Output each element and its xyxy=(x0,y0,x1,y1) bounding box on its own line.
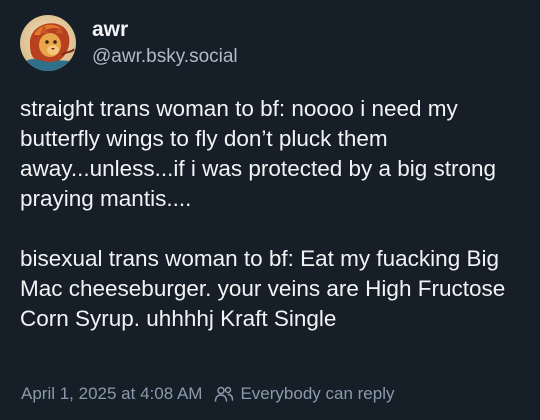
post-timestamp[interactable]: April 1, 2025 at 4:08 AM xyxy=(21,383,202,405)
post-paragraph: straight trans woman to bf: noooo i need… xyxy=(20,96,497,211)
reply-setting[interactable]: Everybody can reply xyxy=(240,383,394,405)
post-meta: April 1, 2025 at 4:08 AM Everybody can r… xyxy=(21,383,394,405)
post-text: straight trans woman to bf: noooo i need… xyxy=(20,94,525,334)
post-card: awr @awr.bsky.social straight trans woma… xyxy=(0,0,540,420)
avatar-image xyxy=(20,15,76,71)
avatar[interactable] xyxy=(20,15,76,71)
author-handle[interactable]: @awr.bsky.social xyxy=(92,45,238,69)
post-header: awr @awr.bsky.social xyxy=(20,14,522,72)
author-names: awr @awr.bsky.social xyxy=(92,17,238,69)
people-icon xyxy=(214,385,234,403)
author-display-name[interactable]: awr xyxy=(92,17,238,43)
post-paragraph: bisexual trans woman to bf: Eat my fuack… xyxy=(20,246,506,331)
